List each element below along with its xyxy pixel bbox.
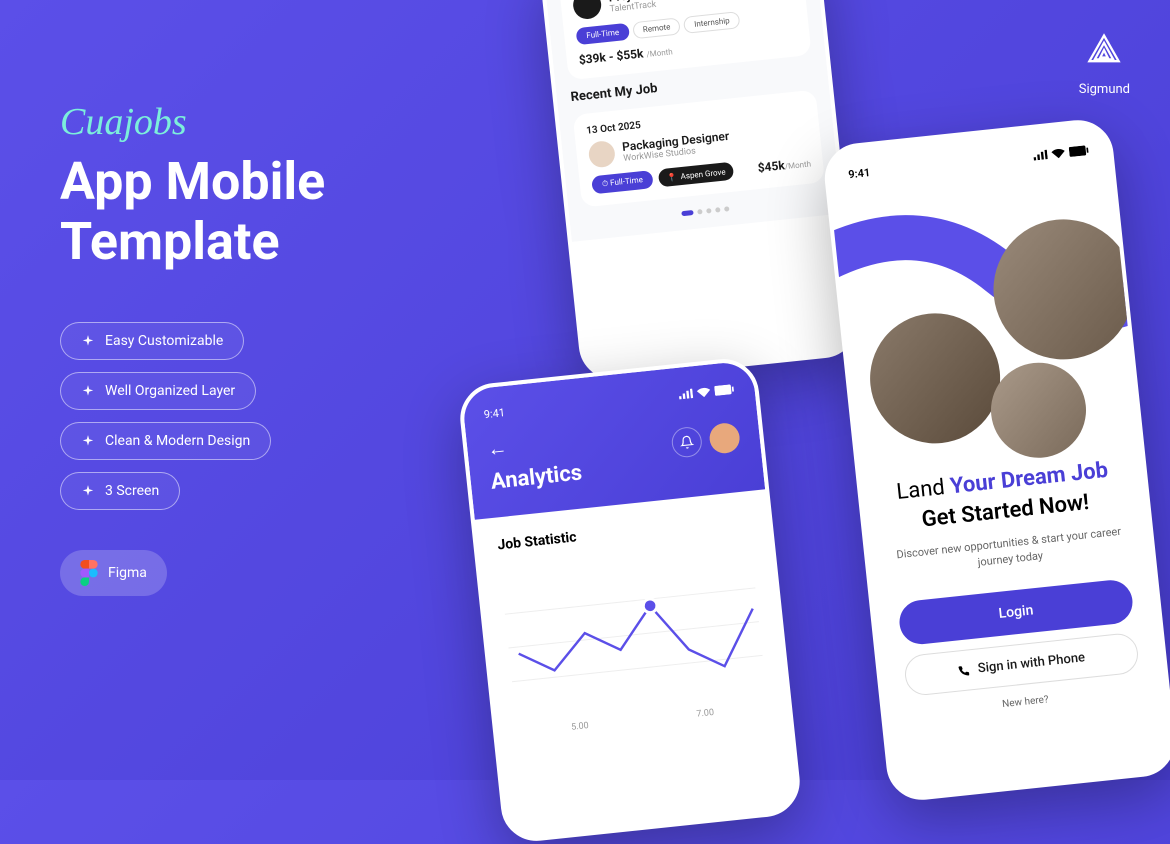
sparkle-icon	[81, 384, 95, 398]
person-avatar	[987, 212, 1141, 366]
people-illustration	[829, 154, 1139, 462]
sparkle-icon	[81, 434, 95, 448]
dot[interactable]	[715, 207, 720, 212]
dot[interactable]	[697, 209, 702, 214]
onboarding-headline: Land Your Dream Job Get Started Now!	[884, 455, 1123, 539]
job-tag: Full-Time	[841, 1, 862, 18]
feature-pill: 3 Screen	[60, 472, 180, 510]
recent-job-card[interactable]: 13 Oct 2025 Packaging Designer WorkWise …	[573, 90, 825, 208]
figma-badge: Figma	[60, 550, 167, 596]
location-label: Aspen Grove	[680, 167, 726, 181]
tag-label: Full-Time	[610, 175, 644, 187]
title-line-1: App Mobile	[60, 152, 460, 212]
feature-label: Clean & Modern Design	[105, 433, 250, 449]
side-job-card: Cont Mapic Full-Time $20k - $48k	[827, 0, 861, 43]
job-company: TalentTrack	[609, 0, 699, 15]
phone-icon	[957, 664, 970, 677]
feature-pill: Easy Customizable	[60, 322, 244, 360]
feature-label: Easy Customizable	[105, 333, 223, 349]
chart-x-label: 7.00	[696, 708, 715, 720]
job-tag: Full-Time	[576, 23, 630, 45]
phone-preview-analytics: 9:41 ← Analytics Job Statistic 5.00 7.00	[457, 356, 803, 844]
chart-title: Job Statistic	[497, 511, 749, 553]
job-tag: ⏱ Full-Time	[591, 170, 654, 194]
status-time: 9:41	[483, 406, 505, 421]
signal-icon	[678, 388, 693, 399]
title-line-2: Template	[60, 212, 460, 272]
bell-icon	[679, 435, 694, 450]
feature-label: 3 Screen	[105, 483, 159, 499]
chart-x-label: 5.00	[571, 721, 590, 733]
phone-signin-label: Sign in with Phone	[977, 650, 1086, 676]
headline-part: Land	[895, 474, 951, 504]
sigmund-logo: Sigmund	[1079, 30, 1130, 97]
dot[interactable]	[706, 208, 711, 213]
brand-name: Cuajobs	[60, 100, 460, 144]
salary-value: $45k	[757, 158, 785, 175]
phone-preview-onboarding: 9:41 Land Your Dream Job Get Started Now…	[821, 117, 1170, 804]
status-icons	[678, 382, 735, 401]
wifi-icon	[1051, 147, 1066, 158]
location-tag: 📍 Aspen Grove	[658, 162, 735, 188]
wifi-icon	[696, 386, 711, 397]
job-tag: Remote	[632, 17, 681, 39]
salary-period: /Month	[646, 47, 673, 59]
person-avatar	[986, 358, 1090, 462]
phone-preview-jobs: Project Manager TalentTrack Full-Time Re…	[539, 0, 861, 383]
sigmund-label: Sigmund	[1079, 82, 1130, 97]
feature-label: Well Organized Layer	[105, 383, 235, 399]
sparkle-icon	[81, 484, 95, 498]
job-statistic-chart	[501, 547, 767, 723]
signal-icon	[1033, 149, 1048, 160]
feature-pill: Clean & Modern Design	[60, 422, 271, 460]
figma-icon	[80, 560, 98, 586]
company-avatar	[588, 140, 617, 169]
dot[interactable]	[724, 206, 729, 211]
figma-label: Figma	[108, 565, 147, 581]
sparkle-icon	[81, 334, 95, 348]
sigmund-icon	[1082, 30, 1126, 74]
feature-list: Easy Customizable Well Organized Layer C…	[60, 322, 460, 510]
line-chart-svg	[501, 547, 767, 723]
salary-value: $20k - $48k	[842, 11, 861, 32]
feature-pill: Well Organized Layer	[60, 372, 256, 410]
page-title: App Mobile Template	[60, 152, 460, 272]
person-avatar	[864, 307, 1007, 450]
salary-period: /Month	[784, 159, 811, 171]
battery-icon	[1069, 145, 1090, 157]
company-avatar	[572, 0, 603, 20]
dot-active[interactable]	[681, 210, 693, 216]
recent-salary: $45k/Month	[757, 155, 812, 175]
salary-value: $39k - $55k	[578, 46, 644, 67]
battery-icon	[714, 383, 735, 395]
job-tag: Internship	[683, 11, 740, 34]
